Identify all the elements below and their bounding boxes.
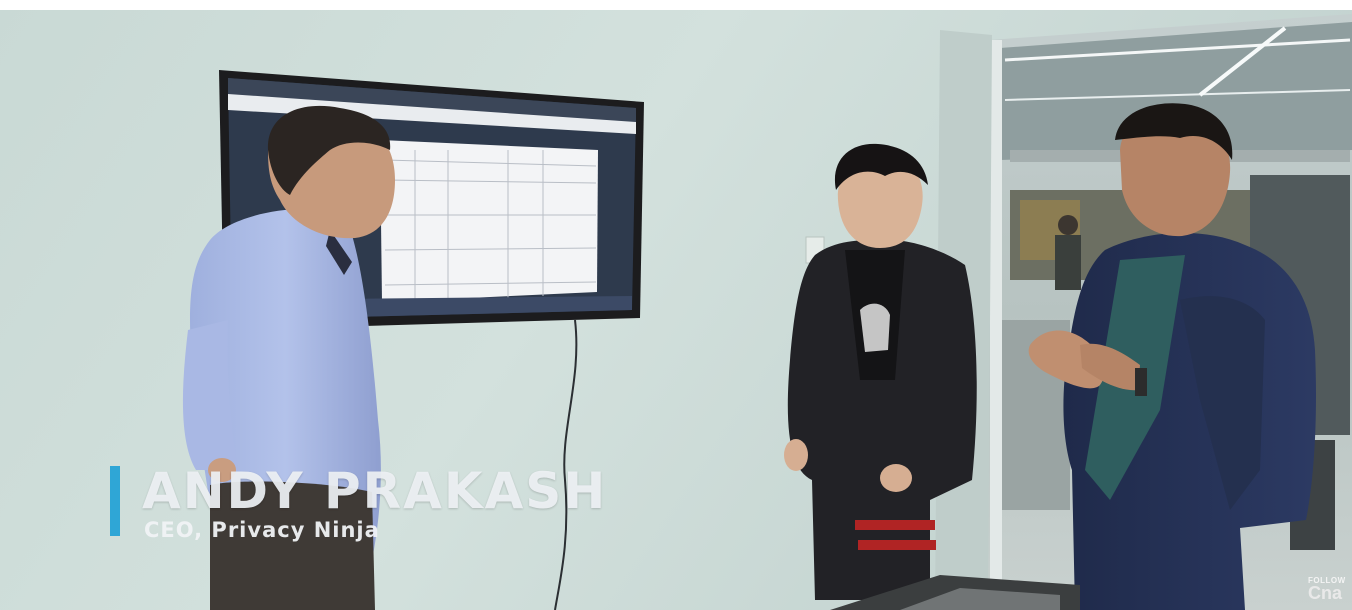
watermark-logo-text: Cna: [1308, 583, 1343, 603]
caption-accent-bar: [110, 466, 120, 536]
speaker-title: CEO, Privacy Ninja: [144, 518, 380, 542]
speaker-name: ANDY PRAKASH: [142, 462, 608, 520]
video-frame: ANDY PRAKASH CEO, Privacy Ninja FOLLOW C…: [0, 0, 1352, 610]
channel-watermark[interactable]: FOLLOW Cna: [1308, 576, 1352, 603]
